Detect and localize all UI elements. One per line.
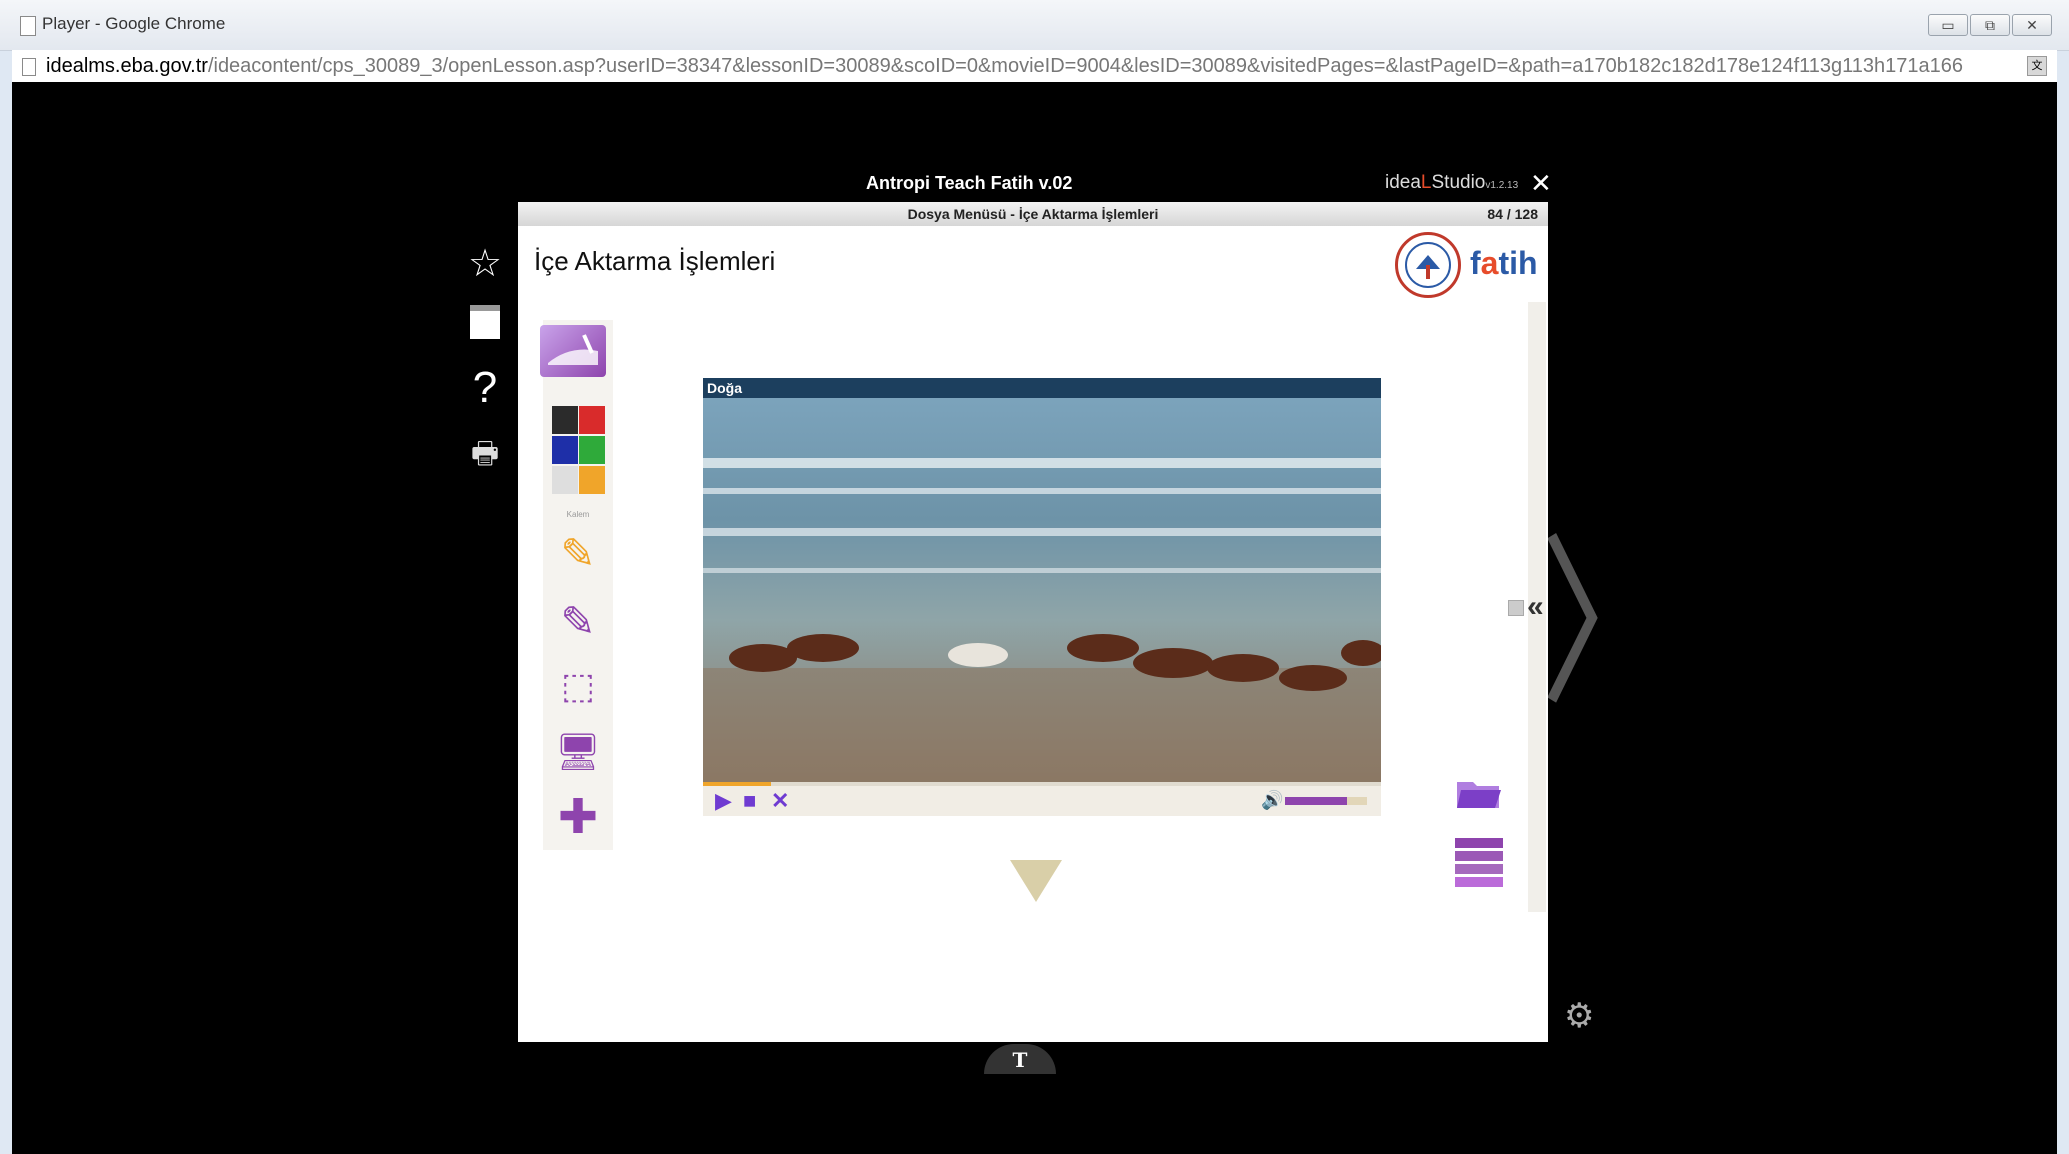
volume-level <box>1285 797 1347 805</box>
color-swatch[interactable] <box>552 406 578 434</box>
video-frame <box>703 378 1381 782</box>
page-counter: 84 / 128 <box>1487 206 1538 222</box>
close-video-icon[interactable]: ✕ <box>771 790 789 812</box>
favorite-star-icon[interactable]: ☆ <box>465 244 505 284</box>
page-icon <box>20 16 36 36</box>
meb-logo <box>1395 232 1461 298</box>
help-icon[interactable]: ? <box>465 366 505 410</box>
open-folder-icon[interactable] <box>1455 776 1503 812</box>
next-page-icon[interactable]: 〉 <box>1540 478 1680 741</box>
video-title: Doğa <box>707 380 742 396</box>
stop-icon[interactable]: ■ <box>743 790 756 812</box>
close-player-icon[interactable]: ✕ <box>1530 168 1552 199</box>
video-controls: ▶ ■ ✕ 🔊 <box>703 782 1381 816</box>
tool-label: Kalem <box>566 510 590 519</box>
volume-slider[interactable] <box>1285 797 1367 805</box>
brand-logo: ideaLStudiov1.2.13 <box>1385 172 1519 193</box>
print-icon[interactable]: 🖶 <box>465 434 505 474</box>
close-window-button[interactable]: ✕ <box>2012 14 2052 36</box>
collapse-handle[interactable] <box>1508 600 1524 616</box>
play-icon[interactable]: ▶ <box>715 790 732 812</box>
collapse-panel-icon[interactable]: « <box>1527 590 1544 624</box>
window-icon[interactable] <box>470 305 500 339</box>
window-titlebar: Player - Google Chrome ▭ ⧉ ✕ <box>0 0 2069 51</box>
color-swatch[interactable] <box>552 436 578 464</box>
video-titlebar: Doğa <box>703 378 1381 398</box>
screen-tool-icon[interactable]: 🖥 <box>552 726 604 778</box>
tool-panel-header-icon[interactable] <box>540 325 606 377</box>
color-swatch[interactable] <box>579 466 605 494</box>
url-text[interactable]: idealms.eba.gov.tr/ideacontent/cps_30089… <box>46 55 2026 78</box>
video-player[interactable]: Doğa <box>703 378 1381 782</box>
color-swatch[interactable] <box>579 406 605 434</box>
fatih-logo: fatih <box>1470 245 1538 281</box>
settings-gear-icon[interactable]: ⚙ <box>1564 996 1594 1036</box>
color-swatch[interactable] <box>552 466 578 494</box>
player-title: Antropi Teach Fatih v.02 <box>866 173 1073 193</box>
maximize-button[interactable]: ⧉ <box>1970 14 2010 36</box>
color-swatch[interactable] <box>579 436 605 464</box>
scroll-down-icon[interactable] <box>1010 860 1062 902</box>
url-host: idealms.eba.gov.tr <box>46 55 208 77</box>
video-progress-fill <box>703 782 771 786</box>
subtitle-bar: Dosya Menüsü - İçe Aktarma İşlemleri 84 … <box>518 202 1548 226</box>
minimize-button[interactable]: ▭ <box>1928 14 1968 36</box>
subtitle: Dosya Menüsü - İçe Aktarma İşlemleri <box>907 206 1159 222</box>
volume-icon[interactable]: 🔊 <box>1261 790 1283 811</box>
select-tool-icon[interactable]: ⬚ <box>552 660 604 712</box>
pen-tool-icon[interactable]: ✎ <box>552 528 604 580</box>
video-progress[interactable] <box>703 782 1381 786</box>
eraser-tool-icon[interactable]: ✎ <box>552 596 604 648</box>
url-path: /ideacontent/cps_30089_3/openLesson.asp?… <box>207 55 1964 77</box>
page-title: İçe Aktarma İşlemleri <box>534 246 776 276</box>
add-tool-icon[interactable]: ✚ <box>552 792 604 844</box>
window-title: Player - Google Chrome <box>42 14 226 33</box>
page-icon <box>22 58 36 76</box>
address-bar[interactable]: idealms.eba.gov.tr/ideacontent/cps_30089… <box>12 50 2057 83</box>
list-view-icon[interactable] <box>1455 838 1503 888</box>
translate-icon[interactable]: 文 <box>2027 56 2047 76</box>
